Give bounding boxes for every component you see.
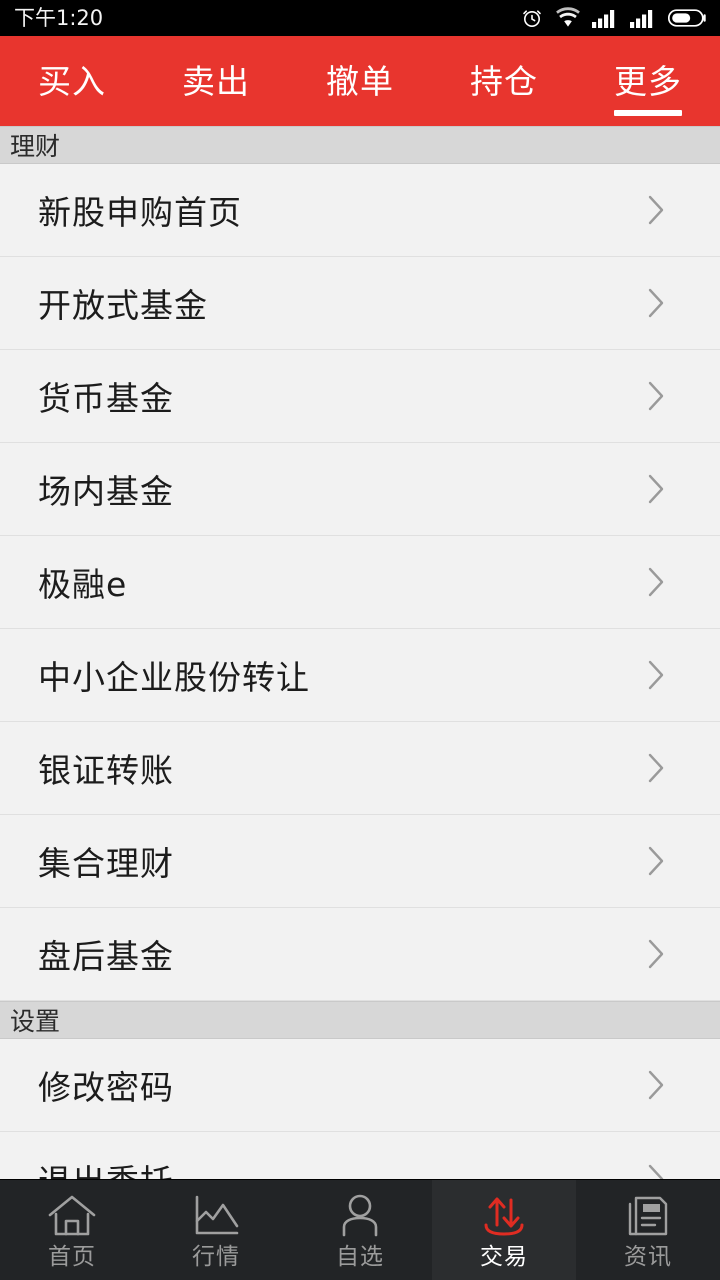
nav-item-trade-label: 交易 (480, 1243, 528, 1270)
news-icon (624, 1191, 672, 1241)
chevron-right-icon (646, 377, 668, 415)
tab-more-underline (614, 110, 682, 116)
list-item-label: 开放式基金 (38, 286, 208, 325)
nav-item-watchlist-label: 自选 (336, 1243, 384, 1270)
list-item-label: 新股申购首页 (38, 193, 242, 232)
chevron-right-icon (646, 656, 668, 694)
tab-more-label: 更多 (614, 62, 682, 101)
chevron-right-icon (646, 563, 668, 601)
list-item-label: 修改密码 (38, 1068, 174, 1107)
signal-icon-2 (630, 7, 657, 29)
list-item-label: 中小企业股份转让 (38, 658, 310, 697)
status-icons (520, 6, 708, 30)
chevron-right-icon (646, 1160, 668, 1179)
status-time: 下午1:20 (14, 6, 104, 30)
alarm-icon (520, 6, 544, 30)
tab-positions[interactable]: 持仓 (432, 36, 576, 126)
chevron-right-icon (646, 284, 668, 322)
nav-item-watchlist[interactable]: 自选 (288, 1180, 432, 1280)
chevron-right-icon (646, 1066, 668, 1104)
list-item-label: 货币基金 (38, 379, 174, 418)
list-item-jirong-e[interactable]: 极融e (0, 536, 720, 629)
nav-item-news[interactable]: 资讯 (576, 1180, 720, 1280)
list-item-collective-wealth-management[interactable]: 集合理财 (0, 815, 720, 908)
list-item-logout-trading[interactable]: 退出委托 (0, 1132, 720, 1179)
top-tab-bar: 买入 卖出 撤单 持仓 更多 (0, 36, 720, 126)
tab-buy[interactable]: 买入 (0, 36, 144, 126)
list-item-label: 盘后基金 (38, 937, 174, 976)
chevron-right-icon (646, 842, 668, 880)
chevron-right-icon (646, 191, 668, 229)
list-item-open-end-fund[interactable]: 开放式基金 (0, 257, 720, 350)
list-item-label: 极融e (38, 565, 128, 604)
list-item-label: 银证转账 (38, 751, 174, 790)
nav-item-trade[interactable]: 交易 (432, 1180, 576, 1280)
chevron-right-icon (646, 470, 668, 508)
list-item-money-market-fund[interactable]: 货币基金 (0, 350, 720, 443)
list-item-change-password[interactable]: 修改密码 (0, 1039, 720, 1132)
bottom-nav-bar: 首页 行情 自选 交易 资讯 (0, 1179, 720, 1280)
nav-item-news-label: 资讯 (624, 1243, 672, 1270)
tab-sell-label: 卖出 (182, 62, 250, 101)
home-icon (46, 1191, 98, 1241)
nav-item-home[interactable]: 首页 (0, 1180, 144, 1280)
list-item-label: 场内基金 (38, 472, 174, 511)
tab-positions-label: 持仓 (470, 62, 538, 101)
chart-icon (191, 1191, 241, 1241)
app-root: 下午1:20 买入 卖出 撤单 持仓 更多 理财 新股申购首页 开放式基金 货币… (0, 0, 720, 1280)
trade-arrows-icon (478, 1191, 530, 1241)
section-header-settings-label: 设置 (10, 1007, 61, 1036)
menu-list[interactable]: 理财 新股申购首页 开放式基金 货币基金 场内基金 极融e 中小企业股份转让 银… (0, 126, 720, 1179)
signal-icon-1 (592, 7, 619, 29)
tab-buy-label: 买入 (38, 62, 106, 101)
section-header-settings: 设置 (0, 1001, 720, 1039)
wifi-icon (555, 7, 581, 29)
list-item-exchange-traded-fund[interactable]: 场内基金 (0, 443, 720, 536)
section-header-wealth: 理财 (0, 126, 720, 164)
tab-cancel-order[interactable]: 撤单 (288, 36, 432, 126)
list-item-label: 集合理财 (38, 844, 174, 883)
nav-item-market[interactable]: 行情 (144, 1180, 288, 1280)
tab-sell[interactable]: 卖出 (144, 36, 288, 126)
status-bar: 下午1:20 (0, 0, 720, 36)
chevron-right-icon (646, 749, 668, 787)
tab-cancel-order-label: 撤单 (326, 62, 394, 101)
battery-icon (668, 8, 708, 28)
chevron-right-icon (646, 935, 668, 973)
tab-more[interactable]: 更多 (576, 36, 720, 126)
nav-item-home-label: 首页 (48, 1243, 96, 1270)
list-item-bank-securities-transfer[interactable]: 银证转账 (0, 722, 720, 815)
list-item-sme-share-transfer[interactable]: 中小企业股份转让 (0, 629, 720, 722)
person-icon (337, 1191, 383, 1241)
nav-item-market-label: 行情 (192, 1243, 240, 1270)
section-header-wealth-label: 理财 (10, 132, 61, 161)
list-item-new-share-subscription[interactable]: 新股申购首页 (0, 164, 720, 257)
list-item-after-hours-fund[interactable]: 盘后基金 (0, 908, 720, 1001)
list-item-label: 退出委托 (38, 1155, 174, 1180)
